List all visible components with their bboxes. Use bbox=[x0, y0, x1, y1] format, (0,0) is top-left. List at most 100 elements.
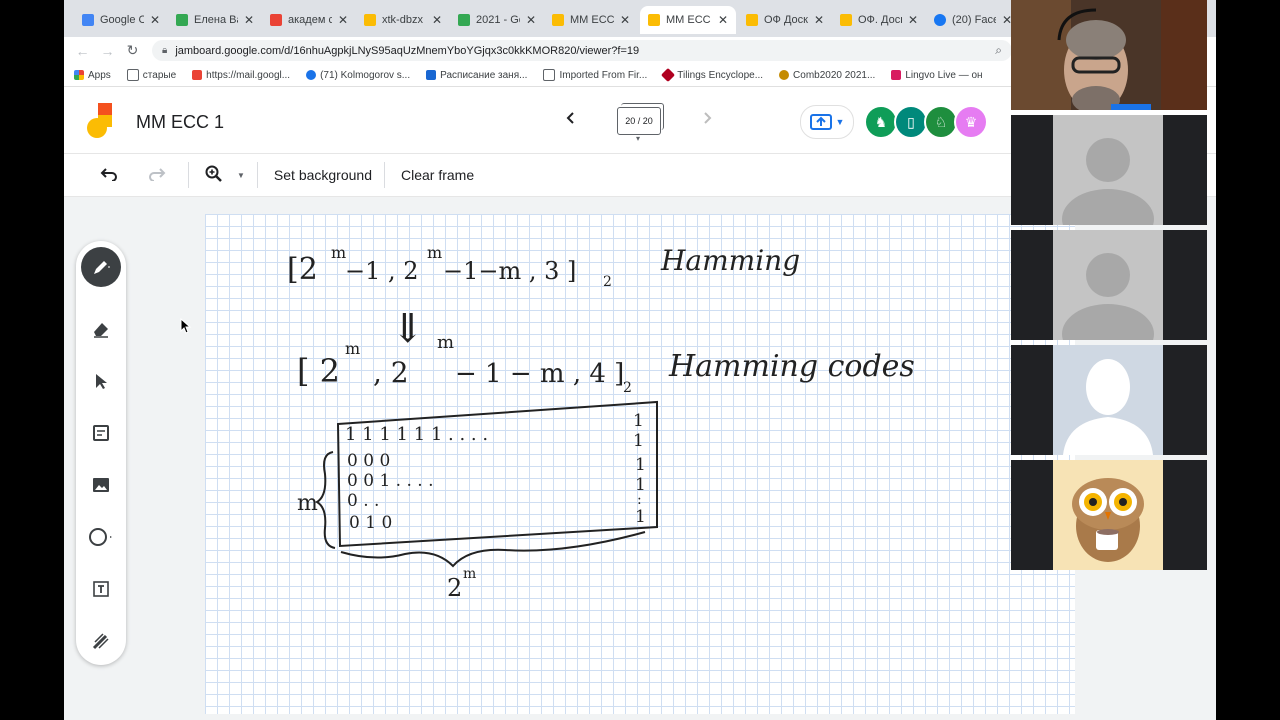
tab[interactable]: Google C ✕ bbox=[74, 6, 168, 34]
presenter-photo bbox=[1011, 0, 1207, 110]
left-brace bbox=[315, 451, 336, 549]
bookmark-item[interactable]: Расписание заня... bbox=[426, 70, 527, 81]
bookmark-item[interactable]: Tilings Encyclope... bbox=[661, 67, 763, 83]
bookmark-item[interactable]: Lingvo Live — он bbox=[891, 70, 983, 81]
eraser-tool-button[interactable] bbox=[81, 309, 121, 349]
next-frame-icon[interactable] bbox=[700, 109, 714, 130]
tab-title: Елена Ва bbox=[194, 14, 238, 26]
subscript-2: 2 bbox=[623, 380, 632, 396]
avatar-horse[interactable]: ♘ bbox=[924, 105, 958, 139]
tab[interactable]: академ с ✕ bbox=[262, 6, 356, 34]
reload-icon[interactable]: ↻ bbox=[120, 42, 145, 59]
close-tab-icon[interactable]: ✕ bbox=[814, 13, 824, 27]
laser-icon bbox=[92, 633, 109, 650]
tab-active[interactable]: MM ECC ✕ bbox=[640, 6, 736, 34]
bookmark-label: https://mail.googl... bbox=[206, 69, 291, 81]
bookmark-label: Comb2020 2021... bbox=[793, 69, 876, 81]
bookmark-item[interactable]: https://mail.googl... bbox=[192, 70, 290, 81]
avatar-crown[interactable]: ♛ bbox=[954, 105, 988, 139]
close-tab-icon[interactable]: ✕ bbox=[620, 13, 630, 27]
set-background-button[interactable]: Set background bbox=[274, 167, 372, 183]
collaborator-avatars: ♞ ▯ ♘ ♛ bbox=[864, 105, 988, 139]
tab[interactable]: xtk-dbzx ✕ bbox=[356, 6, 450, 34]
close-tab-icon[interactable]: ✕ bbox=[908, 13, 918, 27]
previous-frame-icon[interactable] bbox=[564, 109, 578, 130]
tab-favicon bbox=[934, 14, 946, 26]
frame-counter-text: 20 / 20 bbox=[625, 116, 653, 126]
video-tile-presenter bbox=[1011, 0, 1207, 110]
avatar-turtle[interactable]: ♞ bbox=[864, 105, 898, 139]
tab[interactable]: 2021 - Gc ✕ bbox=[450, 6, 544, 34]
apps-grid-icon bbox=[74, 70, 84, 80]
close-tab-icon[interactable]: ✕ bbox=[526, 13, 536, 27]
close-tab-icon[interactable]: ✕ bbox=[338, 13, 348, 27]
image-tool-button[interactable] bbox=[81, 465, 121, 505]
close-tab-icon[interactable]: ✕ bbox=[244, 13, 254, 27]
columns-count-base: 2 bbox=[447, 574, 462, 602]
image-icon bbox=[93, 478, 109, 492]
video-tile-participant bbox=[1011, 345, 1207, 455]
chevron-right-icon bbox=[704, 112, 712, 124]
close-tab-icon[interactable]: ✕ bbox=[150, 13, 160, 27]
divider bbox=[256, 162, 258, 188]
tab[interactable]: ОФ. Доск ✕ bbox=[832, 6, 926, 34]
bookmark-folder[interactable]: старые bbox=[126, 69, 177, 81]
jam-title[interactable]: MM ECC 1 bbox=[136, 112, 224, 133]
sticky-note-tool-button[interactable] bbox=[81, 413, 121, 453]
tab-title: MM ECC bbox=[666, 14, 711, 26]
tab-title: xtk-dbzx bbox=[382, 14, 423, 26]
laser-tool-button[interactable] bbox=[81, 621, 121, 661]
redo-icon[interactable] bbox=[148, 167, 166, 184]
tab-title: ОФ Доск bbox=[764, 14, 808, 26]
avatar-lighthouse[interactable]: ▯ bbox=[894, 105, 928, 139]
back-arrow-icon[interactable]: ← bbox=[70, 43, 95, 59]
frame-counter-button[interactable]: 20 / 20 bbox=[617, 103, 664, 135]
shape-tool-button[interactable] bbox=[81, 517, 121, 557]
sticky-note-icon bbox=[93, 425, 109, 441]
comb-icon bbox=[779, 70, 790, 80]
circle-icon bbox=[89, 528, 112, 546]
tab[interactable]: (20) Face ✕ bbox=[926, 6, 1020, 34]
matrix-row: 1 1 1 1 1 1 . . . . bbox=[345, 424, 488, 445]
zoom-dropdown-icon[interactable]: ▼ bbox=[237, 171, 245, 180]
pen-tool-button[interactable] bbox=[81, 247, 121, 287]
owl-icon bbox=[1072, 478, 1144, 562]
tab[interactable]: ОФ Доск ✕ bbox=[738, 6, 832, 34]
code-params-line1-mid: −1 , 2 bbox=[345, 257, 419, 285]
select-tool-button[interactable] bbox=[81, 361, 121, 401]
close-tab-icon[interactable]: ✕ bbox=[432, 13, 442, 27]
divider bbox=[188, 162, 189, 188]
zoom-icon[interactable] bbox=[205, 165, 223, 186]
zoom-lens-icon[interactable]: ⌕ bbox=[995, 43, 1002, 58]
person-silhouette-icon bbox=[1062, 253, 1154, 340]
jam-frame[interactable]: [2 m −1 , 2 m −1−m , 3 ] 2 Hamming ⇓ [ 2… bbox=[205, 214, 1075, 714]
bookmark-folder[interactable]: Imported From Fir... bbox=[543, 69, 647, 81]
hamming-codes-label: Hamming codes bbox=[668, 349, 915, 384]
participant-placeholder bbox=[1053, 115, 1163, 225]
address-bar[interactable]: 🔒︎ jamboard.google.com/d/16nhuAgpkjLNyS9… bbox=[152, 40, 1012, 61]
clear-frame-button[interactable]: Clear frame bbox=[401, 167, 474, 183]
participant-placeholder bbox=[1053, 230, 1163, 340]
close-tab-icon[interactable]: ✕ bbox=[718, 13, 728, 27]
matrix-right-column: 1 bbox=[633, 431, 644, 451]
superscript-m: m bbox=[427, 243, 442, 262]
tab[interactable]: MM ECC ✕ bbox=[544, 6, 638, 34]
url-text: jamboard.google.com/d/16nhuAgpkjLNyS95aq… bbox=[175, 44, 640, 57]
tab-favicon bbox=[458, 14, 470, 26]
tab-favicon bbox=[270, 14, 282, 26]
tab[interactable]: Елена Ва ✕ bbox=[168, 6, 262, 34]
schedule-icon bbox=[426, 70, 437, 80]
undo-icon[interactable] bbox=[100, 167, 118, 184]
share-button[interactable]: ▼ bbox=[800, 105, 854, 139]
participant-avatar bbox=[1053, 460, 1163, 570]
forward-arrow-icon[interactable]: → bbox=[95, 43, 120, 59]
bookmark-item[interactable]: (71) Kolmogorov s... bbox=[306, 70, 410, 81]
bookmark-item[interactable]: Comb2020 2021... bbox=[779, 70, 875, 81]
tab-title: 2021 - Gc bbox=[476, 14, 520, 26]
text-box-tool-button[interactable] bbox=[81, 569, 121, 609]
people-icon bbox=[306, 70, 317, 80]
bookmark-apps[interactable]: Apps bbox=[74, 70, 111, 81]
text-box-icon bbox=[93, 581, 109, 597]
folder-icon bbox=[126, 69, 139, 81]
bookmark-label: старые bbox=[142, 69, 177, 81]
